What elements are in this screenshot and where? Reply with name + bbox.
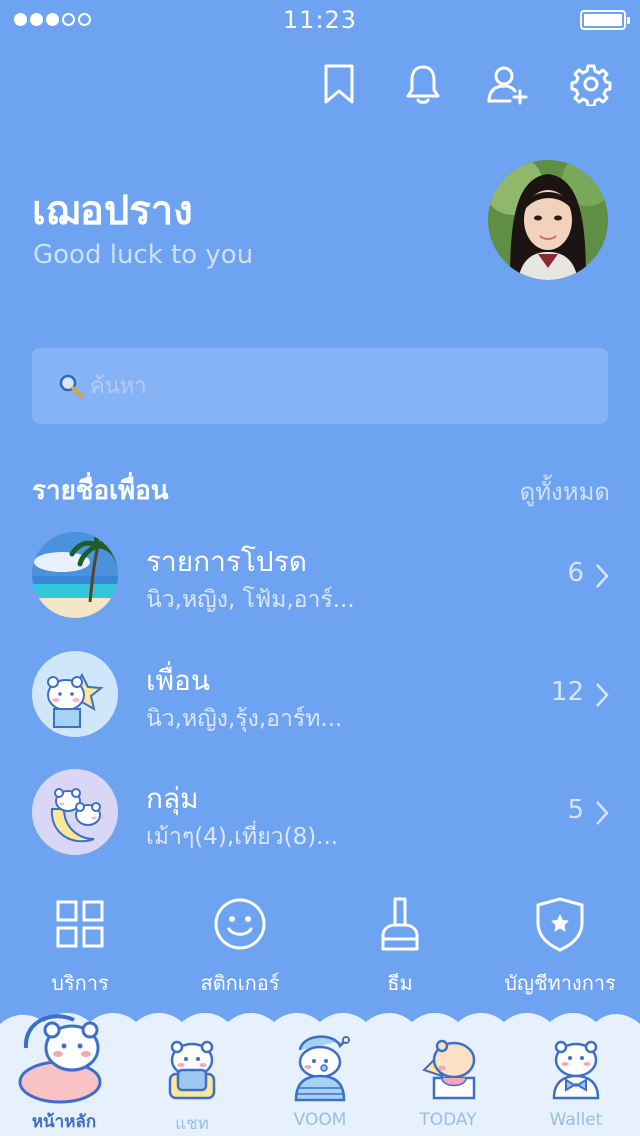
gear-icon[interactable] <box>570 62 612 108</box>
list-item-count: 6 <box>567 558 584 588</box>
list-item-title: กลุ่ม <box>146 782 199 815</box>
list-item-title: รายการโปรด <box>146 545 307 578</box>
friends-section-title: รายชื่อเพื่อน <box>32 476 169 506</box>
home-bear-icon <box>18 1014 102 1104</box>
bookmark-icon[interactable] <box>318 62 360 106</box>
wallet-bear-icon <box>552 1040 600 1100</box>
list-item-friends[interactable]: เพื่อน นิว,หญิง,รุ้ง,อาร์ท... 12 <box>0 651 640 761</box>
list-item-groups[interactable]: กลุ่ม เม้าๆ(4),เที่ยว(8)... 5 <box>0 769 640 879</box>
tab-label: Wallet <box>549 1110 603 1130</box>
grid-icon <box>56 900 104 948</box>
tab-label: หน้าหลัก <box>31 1112 97 1132</box>
profile-avatar[interactable] <box>488 160 608 280</box>
services-label: บริการ <box>51 971 109 995</box>
official-accounts-button[interactable]: บัญชีทางการ <box>480 895 640 999</box>
themes-button[interactable]: ธีม <box>320 895 480 999</box>
chat-bear-icon <box>168 1040 216 1100</box>
voom-bear-icon <box>294 1035 350 1102</box>
tab-voom[interactable]: VOOM <box>256 1030 384 1136</box>
bell-icon[interactable] <box>402 62 444 106</box>
chevron-right-icon <box>596 801 609 825</box>
list-item-subtitle: นิว,หญิง, โฟ้ม,อาร์... <box>146 587 355 613</box>
official-accounts-label: บัญชีทางการ <box>504 971 616 995</box>
groups-thumbnail <box>32 769 118 855</box>
list-item-favorites[interactable]: รายการโปรด นิว,หญิง, โฟ้ม,อาร์... 6 <box>0 532 640 642</box>
stickers-label: สติกเกอร์ <box>200 971 280 995</box>
search-icon <box>59 374 83 398</box>
see-all-link[interactable]: ดูทั้งหมด <box>520 472 610 511</box>
search-bar[interactable] <box>32 348 608 424</box>
tab-today[interactable]: TODAY <box>384 1030 512 1136</box>
status-time: 11:23 <box>282 6 358 34</box>
add-friend-icon[interactable] <box>486 62 528 106</box>
tab-home[interactable]: หน้าหลัก <box>0 1010 128 1132</box>
battery-icon <box>580 10 630 30</box>
today-bear-icon <box>422 1039 476 1100</box>
chevron-right-icon <box>596 683 609 707</box>
list-item-title: เพื่อน <box>146 664 210 697</box>
tab-label: VOOM <box>293 1110 347 1130</box>
list-item-subtitle: เม้าๆ(4),เที่ยว(8)... <box>146 824 339 850</box>
list-item-subtitle: นิว,หญิง,รุ้ง,อาร์ท... <box>146 706 343 732</box>
brush-icon <box>381 897 419 951</box>
profile-name[interactable]: เฌอปราง <box>32 178 193 242</box>
tab-label: แชท <box>175 1114 209 1134</box>
bottom-tab-bar: หน้าหลัก แชท VOOM TODAY Wallet <box>0 1010 640 1136</box>
services-button[interactable]: บริการ <box>0 895 160 999</box>
list-item-count: 5 <box>567 795 584 825</box>
friends-thumbnail <box>32 651 118 737</box>
stickers-button[interactable]: สติกเกอร์ <box>160 895 320 999</box>
chevron-right-icon <box>596 564 609 588</box>
header-actions <box>318 62 612 108</box>
search-input[interactable] <box>90 366 570 406</box>
favorites-thumbnail <box>32 532 118 618</box>
services-row: บริการ สติกเกอร์ ธีม บัญชีทางการ <box>0 895 640 1005</box>
status-bar: 11:23 <box>0 0 640 40</box>
tab-wallet[interactable]: Wallet <box>512 1030 640 1136</box>
themes-label: ธีม <box>387 971 413 995</box>
profile-status-message[interactable]: Good luck to you <box>33 240 253 270</box>
shield-star-icon <box>536 897 584 952</box>
list-item-count: 12 <box>550 677 584 707</box>
tab-chat[interactable]: แชท <box>128 1030 256 1136</box>
tab-label: TODAY <box>419 1110 477 1130</box>
smiley-icon <box>214 898 266 950</box>
